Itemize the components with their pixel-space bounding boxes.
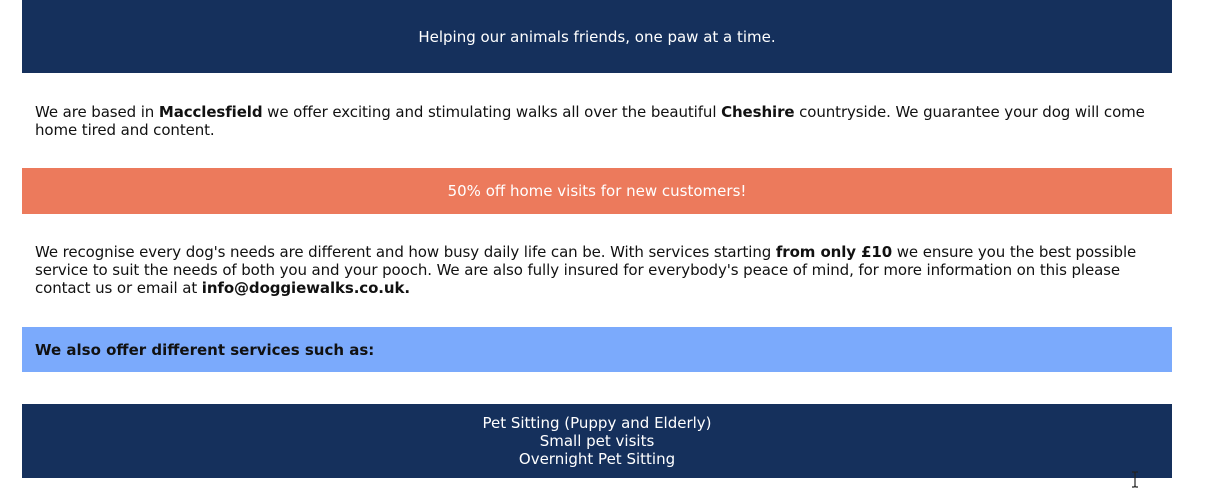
intro-text-2: we offer exciting and stimulating walks … — [262, 103, 722, 121]
intro-text-1: We are based in — [35, 103, 159, 121]
intro-paragraph: We are based in Macclesfield we offer ex… — [22, 103, 1172, 139]
promo-banner: 50% off home visits for new customers! — [22, 168, 1172, 214]
page: Helping our animals friends, one paw at … — [0, 0, 1212, 489]
text-cursor-icon — [1132, 471, 1138, 488]
offer-heading-banner: We also offer different services such as… — [22, 327, 1172, 372]
tagline-text: Helping our animals friends, one paw at … — [418, 27, 776, 46]
promo-text: 50% off home visits for new customers! — [447, 182, 747, 200]
list-item: Small pet visits — [539, 432, 655, 450]
tagline-banner: Helping our animals friends, one paw at … — [22, 0, 1172, 73]
list-item: Pet Sitting (Puppy and Elderly) — [482, 414, 712, 432]
intro-county: Cheshire — [721, 103, 795, 121]
intro-location: Macclesfield — [158, 103, 263, 121]
list-item: Overnight Pet Sitting — [518, 450, 676, 468]
services-list: Pet Sitting (Puppy and Elderly) Small pe… — [22, 404, 1172, 478]
services-text-1: We recognise every dog's needs are diffe… — [35, 243, 776, 261]
offer-heading: We also offer different services such as… — [35, 340, 375, 359]
services-price: from only £10 — [775, 243, 893, 261]
contact-email: info@doggiewalks.co.uk. — [201, 279, 410, 297]
services-paragraph: We recognise every dog's needs are diffe… — [22, 243, 1172, 297]
